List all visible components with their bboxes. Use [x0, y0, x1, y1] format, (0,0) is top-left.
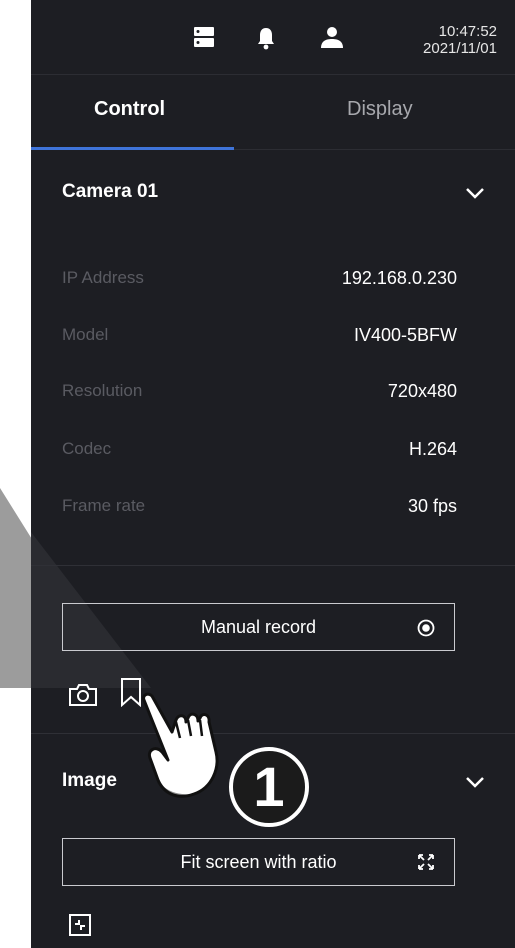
info-row-ip-address: IP Address 192.168.0.230	[62, 268, 457, 298]
user-icon[interactable]	[320, 26, 344, 53]
image-section-chevron-down-icon[interactable]	[465, 775, 485, 793]
clock: 10:47:52 2021/11/01	[423, 23, 497, 57]
section-divider	[31, 733, 515, 734]
info-label: IP Address	[62, 268, 144, 287]
camera-section-title: Camera 01	[62, 181, 159, 202]
camera-snapshot-icon[interactable]	[68, 682, 98, 713]
clock-time: 10:47:52	[438, 23, 497, 40]
info-row-codec: Codec H.264	[62, 439, 457, 469]
pointing-hand-icon	[142, 692, 219, 798]
expand-icon	[417, 853, 435, 876]
info-row-model: Model IV400-5BFW	[62, 325, 457, 355]
bell-icon[interactable]	[256, 26, 276, 55]
info-label: Resolution	[62, 381, 143, 400]
camera-section-chevron-down-icon[interactable]	[465, 186, 485, 204]
info-label: Codec	[62, 439, 112, 458]
info-value: 720x480	[387, 381, 457, 401]
section-divider	[31, 565, 515, 566]
image-section-title: Image	[62, 770, 117, 791]
info-value: 192.168.0.230	[341, 268, 457, 288]
server-icon[interactable]	[193, 26, 215, 53]
manual-record-label: Manual record	[200, 617, 317, 637]
info-label: Model	[62, 325, 109, 344]
fit-screen-label: Fit screen with ratio	[180, 852, 337, 872]
info-value: 30 fps	[407, 496, 457, 516]
clock-date: 2021/11/01	[423, 40, 497, 57]
top-bar: 10:47:52 2021/11/01	[31, 0, 515, 75]
info-row-resolution: Resolution 720x480	[62, 381, 457, 411]
fit-screen-button[interactable]: Fit screen with ratio	[62, 838, 455, 886]
record-icon	[417, 619, 435, 642]
active-tab-indicator	[31, 147, 234, 150]
step-number-badge: 1	[229, 747, 309, 827]
info-row-frame-rate: Frame rate 30 fps	[62, 496, 457, 526]
manual-record-button[interactable]: Manual record	[62, 603, 455, 651]
tab-display[interactable]: Display	[347, 98, 413, 121]
fit-original-icon[interactable]	[68, 913, 92, 942]
tab-control[interactable]: Control	[94, 98, 165, 121]
info-label: Frame rate	[62, 496, 146, 515]
info-value: H.264	[408, 439, 457, 459]
info-value: IV400-5BFW	[353, 325, 457, 345]
